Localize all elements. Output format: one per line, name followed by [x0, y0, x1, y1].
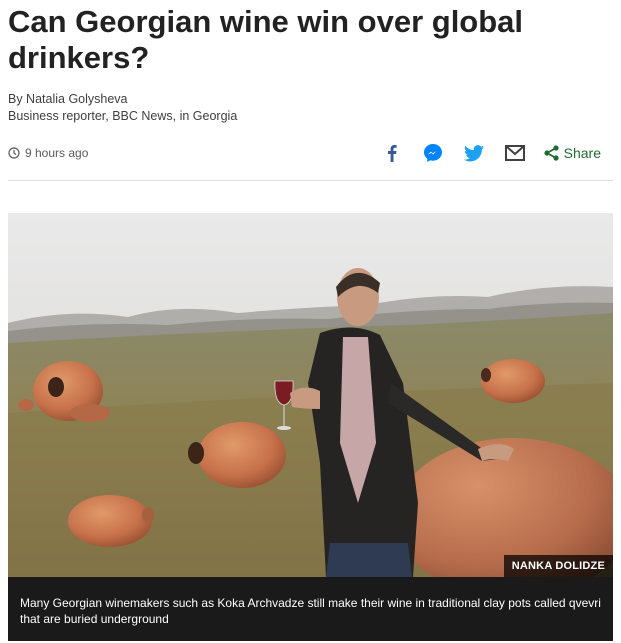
timestamp: 9 hours ago [8, 146, 88, 160]
article-figure: NANKA DOLIDZE Many Georgian winemakers s… [8, 213, 613, 641]
divider [8, 180, 613, 181]
photo-credit: NANKA DOLIDZE [503, 555, 613, 577]
byline: By Natalia Golysheva Business reporter, … [8, 91, 237, 125]
messenger-icon[interactable] [422, 142, 444, 164]
photo-caption: Many Georgian winemakers such as Koka Ar… [8, 577, 613, 641]
email-icon[interactable] [504, 142, 526, 164]
share-label: Share [563, 145, 601, 161]
timestamp-text: 9 hours ago [25, 146, 89, 160]
share-button[interactable]: Share [544, 145, 601, 161]
share-tools: Share [362, 142, 601, 164]
author-name: By Natalia Golysheva [8, 92, 128, 106]
article-photo [8, 213, 613, 577]
article-meta-row: 9 hours ago Share [8, 142, 613, 166]
article-headline: Can Georgian wine win over global drinke… [8, 4, 524, 75]
clock-icon [8, 147, 20, 159]
share-icon [544, 145, 559, 161]
author-role: Business reporter, BBC News, in Georgia [8, 109, 238, 123]
twitter-icon[interactable] [463, 142, 485, 164]
facebook-icon[interactable] [381, 142, 403, 164]
